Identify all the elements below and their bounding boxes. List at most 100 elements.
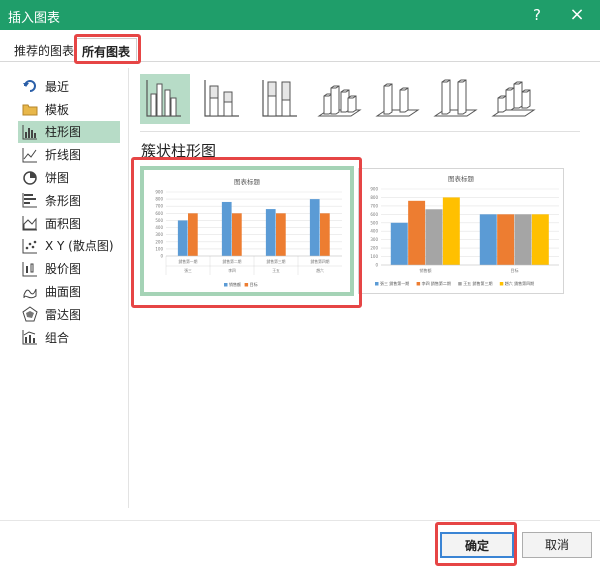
chart-title: 图表标题 bbox=[448, 174, 475, 183]
combo-chart-icon bbox=[22, 329, 38, 345]
sidebar-item-scatter-chart[interactable]: X Y (散点图) bbox=[18, 235, 120, 258]
legend-swatch bbox=[499, 282, 504, 286]
3d-clustered-column-icon[interactable] bbox=[314, 74, 364, 124]
sidebar-item-pie-chart[interactable]: 饼图 bbox=[18, 166, 120, 189]
stacked-column-icon[interactable] bbox=[198, 74, 248, 124]
stock-chart-icon bbox=[22, 261, 38, 277]
100-stacked-column-icon-graphic bbox=[262, 80, 297, 117]
chart-preview-2[interactable]: 图表标题 0 100 200 300 400 500 600 700 800 900 销售额 目标 張三 … bbox=[358, 168, 564, 294]
x-tick-label: 銷售第一期 bbox=[179, 259, 198, 264]
undo-icon bbox=[22, 78, 38, 94]
sidebar-item-undo[interactable]: 最近 bbox=[18, 75, 120, 98]
bar-series-0-cat-1 bbox=[479, 214, 497, 265]
area-chart-icon bbox=[22, 215, 38, 231]
legend-label: 销售额 bbox=[229, 281, 241, 287]
sidebar-item-area-chart[interactable]: 面积图 bbox=[18, 212, 120, 235]
bar-series-1-cat-1 bbox=[232, 213, 242, 256]
dialog-title: 插入图表 bbox=[8, 11, 61, 26]
sidebar-item-column-chart[interactable]: 柱形图 bbox=[18, 120, 120, 144]
bar-series-1-cat-0 bbox=[408, 200, 426, 265]
legend-label: 趙六 銷售第四期 bbox=[505, 280, 534, 286]
bar-series-2-cat-1 bbox=[514, 214, 532, 265]
sidebar-item-label: X Y (散点图) bbox=[45, 239, 114, 254]
ok-button[interactable]: 确定 bbox=[440, 532, 514, 558]
sidebar-item-bar-chart[interactable]: 条形图 bbox=[18, 189, 120, 212]
legend-swatch bbox=[224, 283, 228, 287]
bar-series-0-cat-2 bbox=[265, 209, 276, 256]
y-tick-label: 400 bbox=[155, 225, 163, 230]
tab-strip: 推荐的图表 所有图表 bbox=[0, 30, 600, 62]
bar-series-1-cat-0 bbox=[188, 213, 198, 256]
x-tick-label: 李四 bbox=[228, 268, 236, 273]
bar-series-3-cat-1 bbox=[531, 214, 549, 265]
x-tick-label: 王五 bbox=[272, 268, 280, 273]
sidebar-item-surface-chart[interactable]: 曲面图 bbox=[18, 280, 120, 303]
clustered-column-icon-graphic bbox=[146, 80, 181, 117]
legend-label: 李四 銷售第二期 bbox=[422, 280, 451, 286]
bar-series-1-cat-2 bbox=[276, 213, 286, 256]
sidebar-item-folder[interactable]: 模板 bbox=[18, 98, 120, 121]
tab-all-charts[interactable]: 所有图表 bbox=[75, 38, 138, 62]
sidebar-item-radar-chart[interactable]: 雷达图 bbox=[18, 303, 120, 326]
y-tick-label: 700 bbox=[370, 203, 378, 208]
clustered-column-icon[interactable] bbox=[140, 74, 190, 124]
sidebar-item-label: 曲面图 bbox=[45, 285, 82, 300]
x-tick-label: 销售额 bbox=[420, 267, 432, 273]
bar-series-3-cat-0 bbox=[442, 197, 460, 265]
y-tick-label: 200 bbox=[155, 239, 163, 244]
sidebar-item-label: 股价图 bbox=[45, 262, 82, 277]
sidebar-item-label: 最近 bbox=[45, 79, 70, 94]
sidebar-item-label: 折线图 bbox=[45, 148, 82, 163]
chart-preview-1[interactable]: 图表标题 0 100 200 300 400 500 600 700 800 900 銷售第一期 張三銷… bbox=[140, 166, 354, 296]
button-separator bbox=[0, 520, 600, 521]
3d-stacked-column-icon[interactable] bbox=[372, 74, 422, 124]
legend-swatch bbox=[416, 282, 421, 286]
sidebar-item-combo-chart[interactable]: 组合 bbox=[18, 326, 120, 349]
3d-100-stacked-column-icon-graphic bbox=[433, 79, 478, 117]
folder-icon bbox=[22, 101, 38, 117]
tab-recommended-charts[interactable]: 推荐的图表 bbox=[8, 38, 80, 62]
y-tick-label: 900 bbox=[155, 190, 163, 195]
chart-type-list: 最近模板 柱形图折线图饼图条形图面积图 X Y (散点图) 股价图曲面图雷达图组合 bbox=[18, 75, 120, 349]
cancel-button[interactable]: 取消 bbox=[522, 532, 592, 558]
close-icon[interactable]: × bbox=[566, 4, 588, 26]
y-tick-label: 400 bbox=[370, 229, 378, 234]
sidebar-item-label: 饼图 bbox=[45, 171, 70, 186]
y-tick-label: 500 bbox=[155, 218, 163, 223]
sidebar-item-label: 条形图 bbox=[45, 193, 82, 208]
sidebar-item-stock-chart[interactable]: 股价图 bbox=[18, 257, 120, 280]
sidebar-item-label: 面积图 bbox=[45, 216, 82, 231]
y-tick-label: 200 bbox=[370, 246, 378, 251]
legend-label: 張三 銷售第一期 bbox=[380, 280, 409, 286]
pie-chart-icon bbox=[22, 170, 38, 186]
legend-swatch bbox=[244, 283, 249, 287]
radar-chart-icon bbox=[22, 306, 38, 322]
x-tick-label: 銷售第二期 bbox=[223, 259, 242, 264]
3d-stacked-column-icon-graphic bbox=[375, 83, 420, 117]
100-stacked-column-icon[interactable] bbox=[256, 74, 306, 124]
scatter-chart-icon bbox=[22, 238, 38, 254]
x-tick-label: 趙六 bbox=[316, 268, 324, 273]
legend-label: 王五 銷售第三期 bbox=[463, 280, 492, 286]
bar-series-1-cat-1 bbox=[497, 214, 515, 265]
vertical-divider bbox=[128, 68, 129, 508]
y-tick-label: 100 bbox=[370, 254, 378, 259]
y-tick-label: 600 bbox=[155, 211, 163, 216]
3d-column-icon[interactable] bbox=[488, 74, 538, 124]
sidebar-item-label: 雷达图 bbox=[45, 307, 82, 322]
bar-series-0-cat-3 bbox=[309, 199, 320, 256]
column-chart-icon bbox=[22, 124, 38, 140]
x-tick-label: 銷售第四期 bbox=[311, 259, 330, 264]
x-tick-label: 銷售第三期 bbox=[267, 259, 286, 264]
y-tick-label: 100 bbox=[155, 246, 163, 251]
bar-series-0-cat-1 bbox=[221, 201, 232, 256]
bar-series-2-cat-0 bbox=[425, 209, 443, 265]
chart-1-svg: 图表标题0100200300400500600700800900銷售第一期張三銷… bbox=[144, 170, 350, 292]
bar-series-0-cat-0 bbox=[390, 222, 408, 265]
sidebar-item-line-chart[interactable]: 折线图 bbox=[18, 143, 120, 166]
3d-100-stacked-column-icon[interactable] bbox=[430, 74, 480, 124]
bar-chart-icon bbox=[22, 192, 38, 208]
legend-swatch bbox=[375, 282, 379, 286]
chart-title: 图表标题 bbox=[234, 177, 261, 186]
help-icon[interactable]: ? bbox=[526, 4, 548, 26]
